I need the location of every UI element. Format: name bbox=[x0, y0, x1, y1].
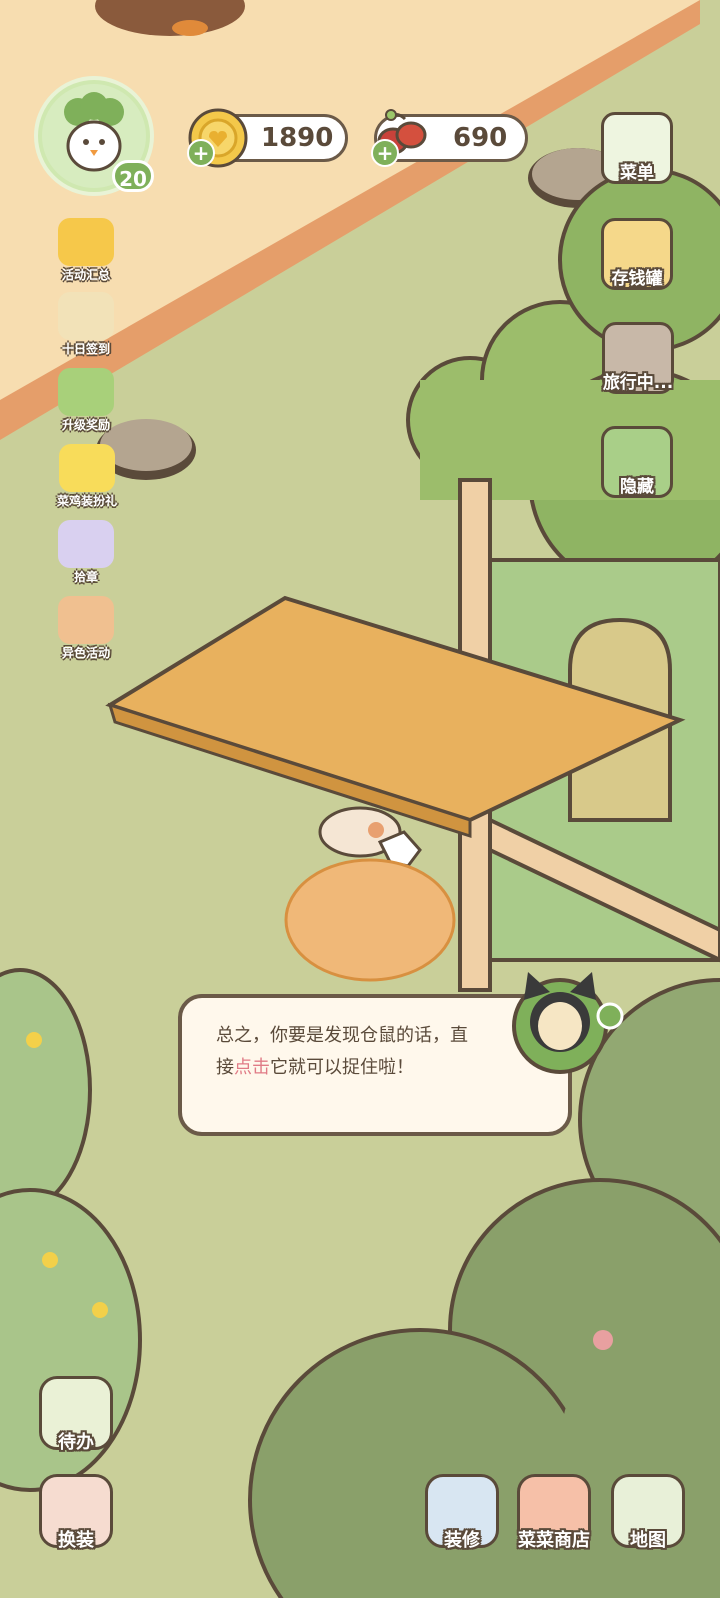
coin-amount: 1890 bbox=[261, 123, 334, 153]
coin-counter[interactable]: 1890 + bbox=[187, 108, 348, 168]
badge-collect-label: 拾章 bbox=[73, 570, 98, 584]
map-button[interactable]: 地图 bbox=[606, 1474, 690, 1574]
traveling-button[interactable]: 旅行中... bbox=[598, 322, 678, 410]
dialog-highlight: 点击 bbox=[234, 1057, 270, 1078]
level-reward-icon bbox=[58, 368, 114, 416]
menu-button[interactable]: 菜单 bbox=[598, 112, 676, 200]
dress-up-button[interactable]: 换装 bbox=[34, 1474, 118, 1574]
add-coin-icon[interactable]: + bbox=[187, 139, 215, 167]
dress-up-label: 换装 bbox=[58, 1530, 94, 1551]
decorate-button[interactable]: 装修 bbox=[420, 1474, 504, 1574]
hide-label: 隐藏 bbox=[620, 477, 654, 497]
piggy-bank-button[interactable]: 存钱罐 bbox=[598, 218, 676, 306]
shop-button[interactable]: 菜菜商店 bbox=[506, 1474, 602, 1574]
duck-outfit-icon bbox=[59, 444, 115, 492]
ten-day-checkin-icon bbox=[58, 292, 114, 340]
add-food-icon[interactable]: + bbox=[371, 139, 399, 167]
event-summary-label: 活动汇总 bbox=[61, 268, 110, 282]
menu-label: 菜单 bbox=[620, 163, 654, 183]
dialog-text-after: 它就可以捉住啦！ bbox=[270, 1057, 414, 1078]
level-badge: 20 bbox=[112, 160, 154, 192]
traveling-label: 旅行中... bbox=[602, 373, 674, 393]
event-summary-icon bbox=[58, 218, 114, 266]
todo-button[interactable]: 待办 bbox=[34, 1376, 118, 1476]
dialog-text: 总之，你要是发现仓鼠的话，直接点击它就可以捉住啦！ bbox=[216, 1020, 478, 1084]
level-reward-label: 升级奖励 bbox=[61, 418, 110, 432]
npc-portrait bbox=[512, 972, 624, 1074]
shop-label: 菜菜商店 bbox=[518, 1530, 590, 1551]
color-event-icon bbox=[58, 596, 114, 644]
level-reward-button[interactable]: 升级奖励 bbox=[52, 368, 120, 438]
badge-collect-icon bbox=[58, 520, 114, 568]
ten-day-checkin-button[interactable]: 十日签到 bbox=[52, 292, 120, 362]
piggy-bank-label: 存钱罐 bbox=[611, 269, 663, 289]
food-amount: 690 bbox=[453, 123, 508, 153]
map-label: 地图 bbox=[630, 1530, 666, 1551]
hide-button[interactable]: 隐藏 bbox=[598, 426, 676, 514]
decorate-label: 装修 bbox=[444, 1530, 480, 1551]
food-counter[interactable]: 690 + bbox=[371, 109, 528, 167]
duck-outfit-button[interactable]: 菜鸡装扮礼 bbox=[48, 444, 126, 514]
event-summary-button[interactable]: 活动汇总 bbox=[52, 218, 120, 288]
ten-day-checkin-label: 十日签到 bbox=[61, 342, 110, 356]
color-event-label: 异色活动 bbox=[61, 646, 110, 660]
color-event-button[interactable]: 异色活动 bbox=[52, 596, 120, 666]
todo-label: 待办 bbox=[58, 1432, 94, 1453]
badge-collect-button[interactable]: 拾章 bbox=[52, 520, 120, 590]
duck-outfit-label: 菜鸡装扮礼 bbox=[56, 494, 117, 508]
